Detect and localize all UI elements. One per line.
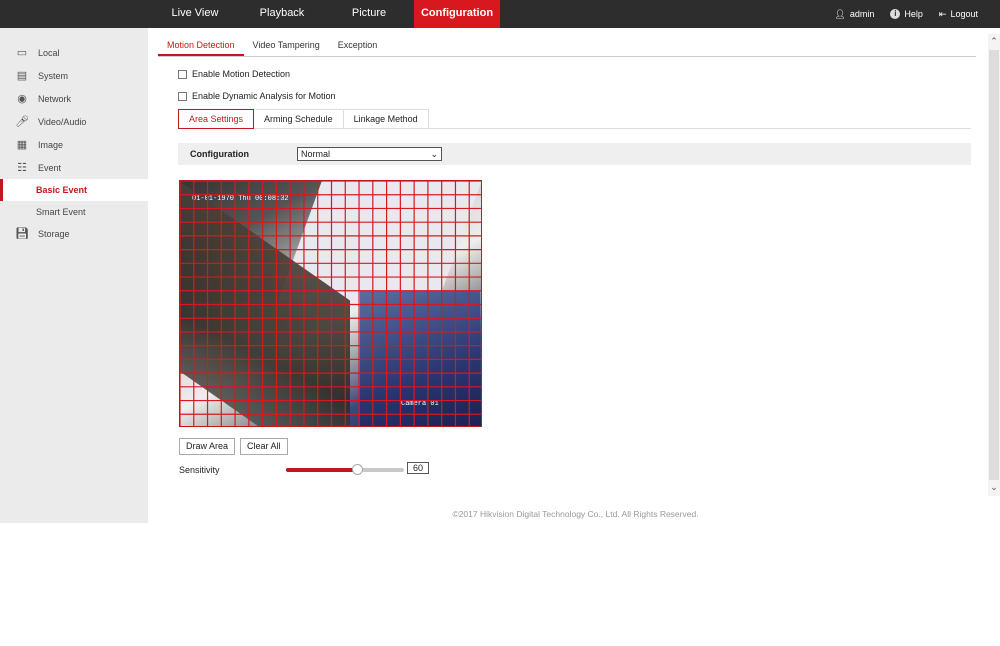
settings-tabs: Area Settings Arming Schedule Linkage Me… — [178, 109, 971, 129]
scroll-up-icon[interactable]: ⌃ — [988, 36, 1000, 47]
sidebar-item-network[interactable]: ◉ Network — [0, 88, 148, 110]
enable-motion-detection[interactable]: Enable Motion Detection — [178, 69, 290, 79]
sensitivity-label: Sensitivity — [179, 465, 220, 475]
select-value: Normal — [301, 149, 331, 159]
sidebar-item-label: System — [38, 71, 69, 81]
nav-playback[interactable]: Playback — [240, 0, 324, 28]
sidebar-item-label: Storage — [38, 229, 70, 239]
configuration-select[interactable]: Normal ⌄ — [297, 147, 442, 161]
sidebar-item-label: Network — [38, 94, 72, 104]
sidebar: ▭ Local ▤ System ◉ Network 🎤︎ Video/Audio ▦ I… — [0, 28, 148, 523]
user-menu: 👤︎ admin i Help ⇤ Logout — [834, 0, 978, 28]
sidebar-item-basic-event[interactable]: Basic Event — [0, 179, 148, 201]
sidebar-item-label: Image — [38, 140, 64, 150]
nav-configuration[interactable]: Configuration — [414, 0, 500, 28]
sidebar-item-image[interactable]: ▦ Image — [0, 134, 148, 156]
sensitivity-value[interactable]: 60 — [407, 462, 429, 474]
logout-icon: ⇤ — [938, 8, 947, 19]
sidebar-item-storage[interactable]: 💾︎ Storage — [0, 223, 148, 245]
draw-area-button[interactable]: Draw Area — [179, 438, 236, 455]
tab-arming-schedule[interactable]: Arming Schedule — [254, 109, 344, 129]
help-label: Help — [904, 9, 923, 19]
scrollbar[interactable]: ⌃ ⌄ — [988, 34, 1000, 496]
tab-video-tampering[interactable]: Video Tampering — [244, 38, 329, 56]
window-icon: ▤ — [16, 70, 28, 82]
logout-link[interactable]: ⇤ Logout — [939, 9, 978, 20]
chevron-down-icon: ⌄ — [430, 149, 438, 159]
username: admin — [849, 9, 875, 19]
disk-icon: 💾︎ — [15, 228, 29, 240]
main-content: Motion Detection Video Tampering Excepti… — [148, 28, 988, 523]
nav-picture[interactable]: Picture — [327, 0, 411, 28]
image-icon: ▦ — [16, 139, 28, 151]
enable-dynamic-analysis[interactable]: Enable Dynamic Analysis for Motion — [178, 91, 336, 101]
monitor-icon: ▭ — [16, 47, 28, 59]
nav-live-view[interactable]: Live View — [153, 0, 237, 28]
configuration-row: Configuration Normal ⌄ — [178, 143, 971, 165]
calendar-icon: ☷ — [17, 162, 27, 174]
sidebar-item-label: Local — [38, 48, 60, 58]
microphone-icon: 🎤︎ — [15, 116, 29, 128]
help-link[interactable]: i Help — [890, 9, 923, 19]
video-preview[interactable]: 01-01-1970 Thu 00:08:32 Camera 01 — [179, 180, 482, 427]
sidebar-item-system[interactable]: ▤ System — [0, 65, 148, 87]
globe-icon: ◉ — [17, 93, 27, 105]
user-link[interactable]: 👤︎ admin — [834, 9, 874, 20]
scrollbar-thumb[interactable] — [989, 50, 999, 480]
slider-handle[interactable] — [351, 464, 363, 475]
sidebar-item-label: Video/Audio — [38, 117, 87, 127]
configuration-label: Configuration — [190, 149, 249, 159]
tab-linkage-method[interactable]: Linkage Method — [343, 109, 429, 129]
sidebar-item-label: Event — [38, 163, 62, 173]
checkbox-label: Enable Motion Detection — [192, 69, 291, 79]
footer-copyright: ©2017 Hikvision Digital Technology Co., … — [452, 509, 699, 519]
tab-exception[interactable]: Exception — [329, 38, 387, 56]
clear-all-button[interactable]: Clear All — [240, 438, 288, 455]
checkbox-label: Enable Dynamic Analysis for Motion — [192, 91, 336, 101]
motion-grid[interactable] — [180, 181, 482, 427]
user-icon: 👤︎ — [834, 8, 846, 19]
main-nav: Live View Playback Picture Configuration — [153, 0, 503, 28]
sidebar-item-smart-event[interactable]: Smart Event — [0, 201, 148, 223]
checkbox[interactable] — [178, 91, 187, 101]
tab-motion-detection[interactable]: Motion Detection — [158, 38, 244, 56]
scroll-down-icon[interactable]: ⌄ — [988, 482, 1000, 493]
slider-fill — [286, 468, 357, 472]
top-bar: Live View Playback Picture Configuration… — [0, 0, 1000, 28]
sidebar-item-video-audio[interactable]: 🎤︎ Video/Audio — [0, 111, 148, 133]
logout-label: Logout — [950, 9, 978, 19]
checkbox[interactable] — [178, 69, 187, 79]
sensitivity-slider[interactable] — [286, 464, 404, 475]
info-icon: i — [890, 9, 901, 19]
tab-area-settings[interactable]: Area Settings — [178, 109, 255, 129]
event-tabs: Motion Detection Video Tampering Excepti… — [158, 38, 976, 57]
sidebar-item-event[interactable]: ☷ Event — [0, 157, 148, 179]
sidebar-item-local[interactable]: ▭ Local — [0, 42, 148, 64]
